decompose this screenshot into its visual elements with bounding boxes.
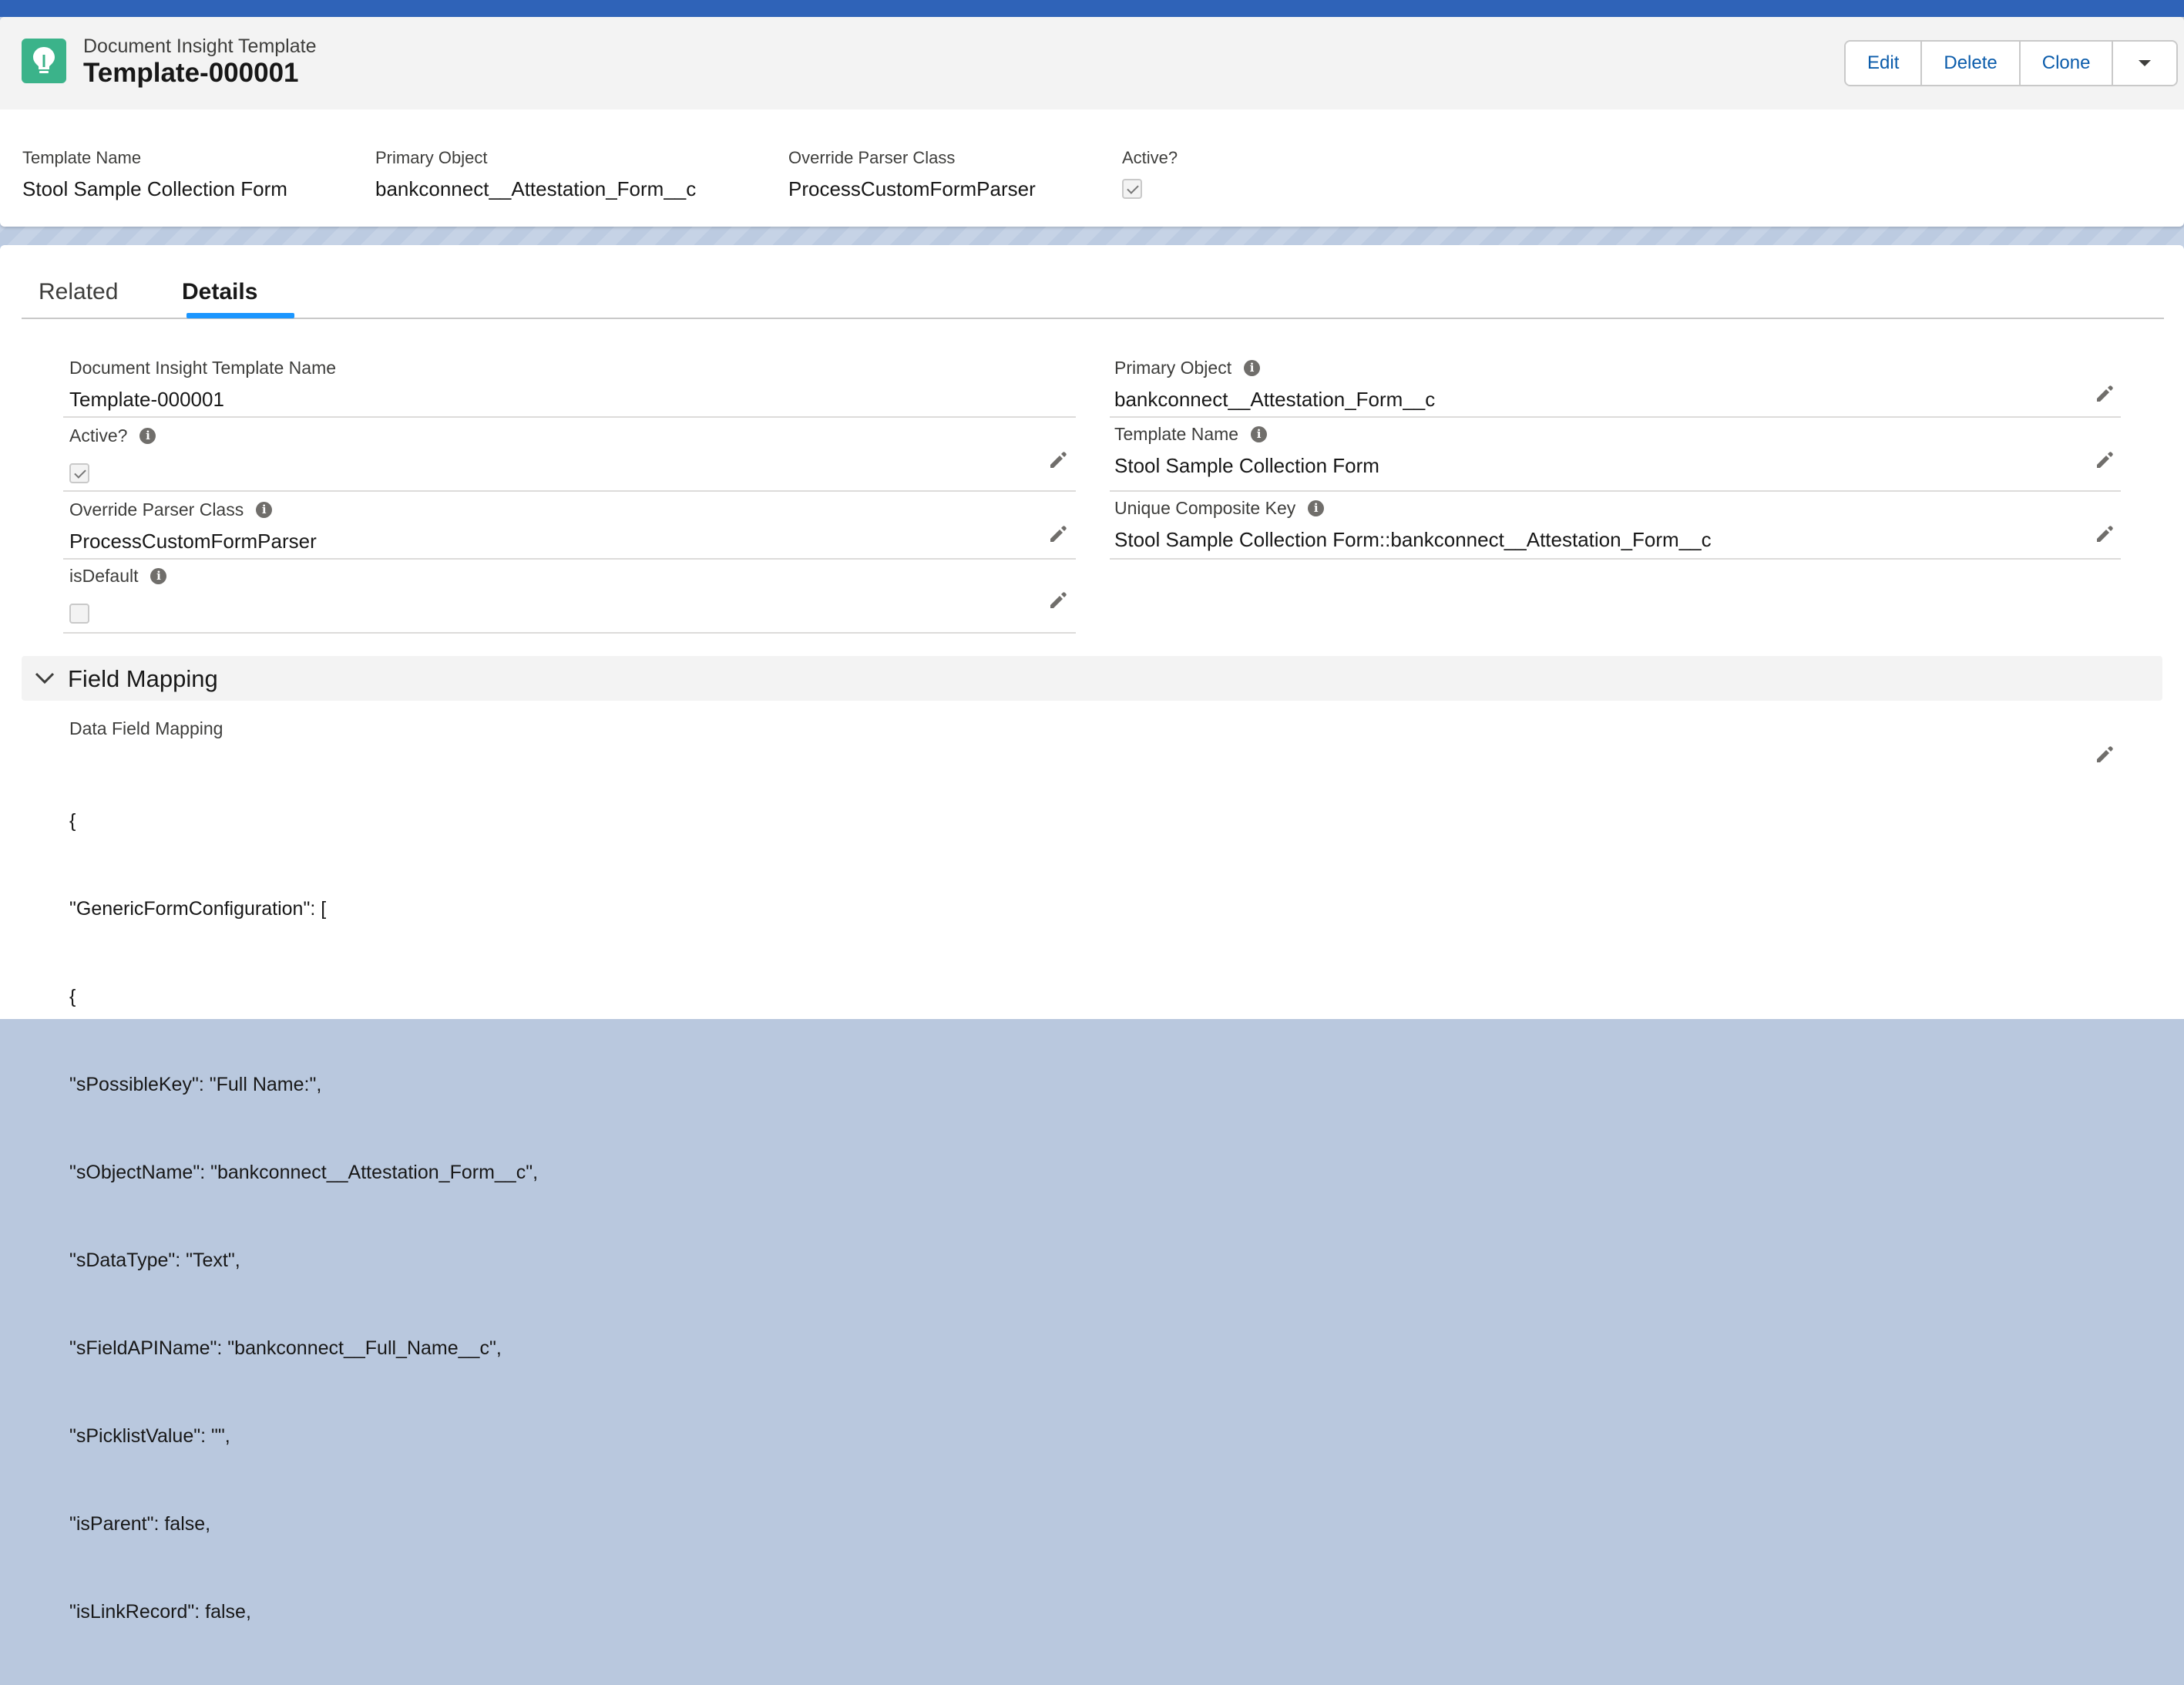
code-line: "isLinkRecord": false, [69, 1601, 251, 1623]
field-active: Active? i [69, 425, 156, 483]
record-title: Template-000001 [83, 58, 299, 88]
info-icon[interactable]: i [1308, 500, 1325, 516]
action-button-group: Edit Delete Clone [1844, 40, 2179, 86]
chevron-down-icon [35, 672, 55, 684]
divider [63, 490, 1076, 492]
tab-related[interactable]: Related [39, 279, 118, 305]
info-icon[interactable]: i [1244, 360, 1261, 376]
divider [63, 558, 1076, 560]
field-template-name: Template Name i Stool Sample Collection F… [1114, 424, 1379, 478]
detail-card: Related Details Document Insight Templat… [0, 245, 2184, 1623]
highlight-label: Primary Object [375, 148, 488, 167]
highlight-label: Override Parser Class [788, 148, 956, 167]
edit-active-pencil-icon[interactable] [1048, 450, 1068, 470]
more-actions-button[interactable] [2113, 42, 2177, 85]
field-unique-composite-key: Unique Composite Key i Stool Sample Colle… [1114, 498, 1712, 552]
data-field-mapping-value: { "GenericFormConfiguration": [ { "sPoss… [69, 748, 538, 1685]
info-icon[interactable]: i [256, 502, 273, 518]
highlight-primary-object: Primary Object bankconnect__Attestation_… [375, 148, 696, 201]
code-line: { [69, 986, 76, 1007]
code-line: "sPicklistValue": "", [69, 1425, 230, 1447]
info-icon[interactable]: i [139, 428, 156, 444]
isdefault-checkbox [69, 604, 89, 624]
chevron-down-icon [2139, 60, 2152, 66]
field-label: Active? i [69, 425, 156, 446]
field-value: Stool Sample Collection Form::bankconnec… [1114, 528, 1712, 551]
edit-data-field-mapping-pencil-icon[interactable] [2095, 745, 2115, 765]
field-value: ProcessCustomFormParser [69, 530, 317, 553]
section-title: Field Mapping [68, 665, 218, 692]
field-label: Document Insight Template Name [69, 358, 337, 378]
field-label: Override Parser Class i [69, 499, 317, 520]
active-checkbox [69, 463, 89, 483]
info-icon[interactable]: i [150, 568, 167, 584]
highlight-value: ProcessCustomFormParser [788, 177, 1036, 200]
edit-button[interactable]: Edit [1846, 42, 1923, 85]
field-value: Template-000001 [69, 388, 224, 411]
field-value: bankconnect__Attestation_Form__c [1114, 388, 1436, 411]
highlight-label: Template Name [22, 148, 142, 167]
clone-button[interactable]: Clone [2020, 42, 2114, 85]
field-label: isDefault i [69, 566, 167, 587]
code-line: "isParent": false, [69, 1513, 211, 1535]
code-line: "sObjectName": "bankconnect__Attestation… [69, 1162, 539, 1183]
object-type-label: Document Insight Template [83, 35, 317, 57]
delete-button[interactable]: Delete [1922, 42, 2021, 85]
field-mapping-section-header[interactable]: Field Mapping [22, 656, 2162, 701]
field-label: Primary Object i [1114, 358, 1435, 378]
code-line: "sFieldAPIName": "bankconnect__Full_Name… [69, 1337, 502, 1359]
highlight-template-name: Template Name Stool Sample Collection Fo… [22, 148, 287, 201]
tab-details[interactable]: Details [182, 279, 257, 305]
field-value: Stool Sample Collection Form [1114, 454, 1379, 477]
code-line: "sDataType": "Text", [69, 1249, 240, 1271]
divider [1110, 558, 2121, 560]
field-isdefault: isDefault i [69, 566, 167, 624]
highlight-label: Active? [1122, 148, 1178, 167]
field-label: Unique Composite Key i [1114, 498, 1712, 519]
highlight-override-parser-class: Override Parser Class ProcessCustomFormP… [788, 148, 1036, 201]
active-checkbox [1122, 179, 1142, 199]
lightbulb-icon [22, 39, 66, 83]
edit-template-name-pencil-icon[interactable] [2095, 450, 2115, 470]
divider [1110, 416, 2121, 418]
highlight-value: Stool Sample Collection Form [22, 177, 287, 200]
highlight-active: Active? [1122, 148, 1178, 199]
edit-isdefault-pencil-icon[interactable] [1048, 590, 1068, 610]
active-tab-indicator [186, 313, 294, 318]
edit-primary-object-pencil-icon[interactable] [2095, 384, 2115, 404]
divider [63, 632, 1076, 634]
top-band [0, 0, 2184, 17]
edit-unique-composite-key-pencil-icon[interactable] [2095, 524, 2115, 544]
field-override-parser-class: Override Parser Class i ProcessCustomForm… [69, 499, 317, 553]
record-header: Document Insight Template Template-00000… [0, 17, 2184, 109]
code-line: { [69, 810, 76, 832]
info-icon[interactable]: i [1251, 426, 1268, 442]
divider [63, 416, 1076, 418]
field-label: Template Name i [1114, 424, 1379, 445]
data-field-mapping-label: Data Field Mapping [69, 718, 223, 738]
code-line: "GenericFormConfiguration": [ [69, 898, 327, 920]
tab-bar: Related Details [22, 245, 2164, 319]
highlights-panel: Document Insight Template Template-00000… [0, 17, 2184, 227]
divider [1110, 490, 2121, 492]
highlight-value: bankconnect__Attestation_Form__c [375, 177, 697, 200]
field-primary-object: Primary Object i bankconnect__Attestation… [1114, 358, 1435, 412]
code-line: "sPossibleKey": "Full Name:", [69, 1074, 322, 1095]
edit-override-parser-pencil-icon[interactable] [1048, 524, 1068, 544]
field-document-insight-template-name: Document Insight Template Name Template-… [69, 358, 336, 412]
